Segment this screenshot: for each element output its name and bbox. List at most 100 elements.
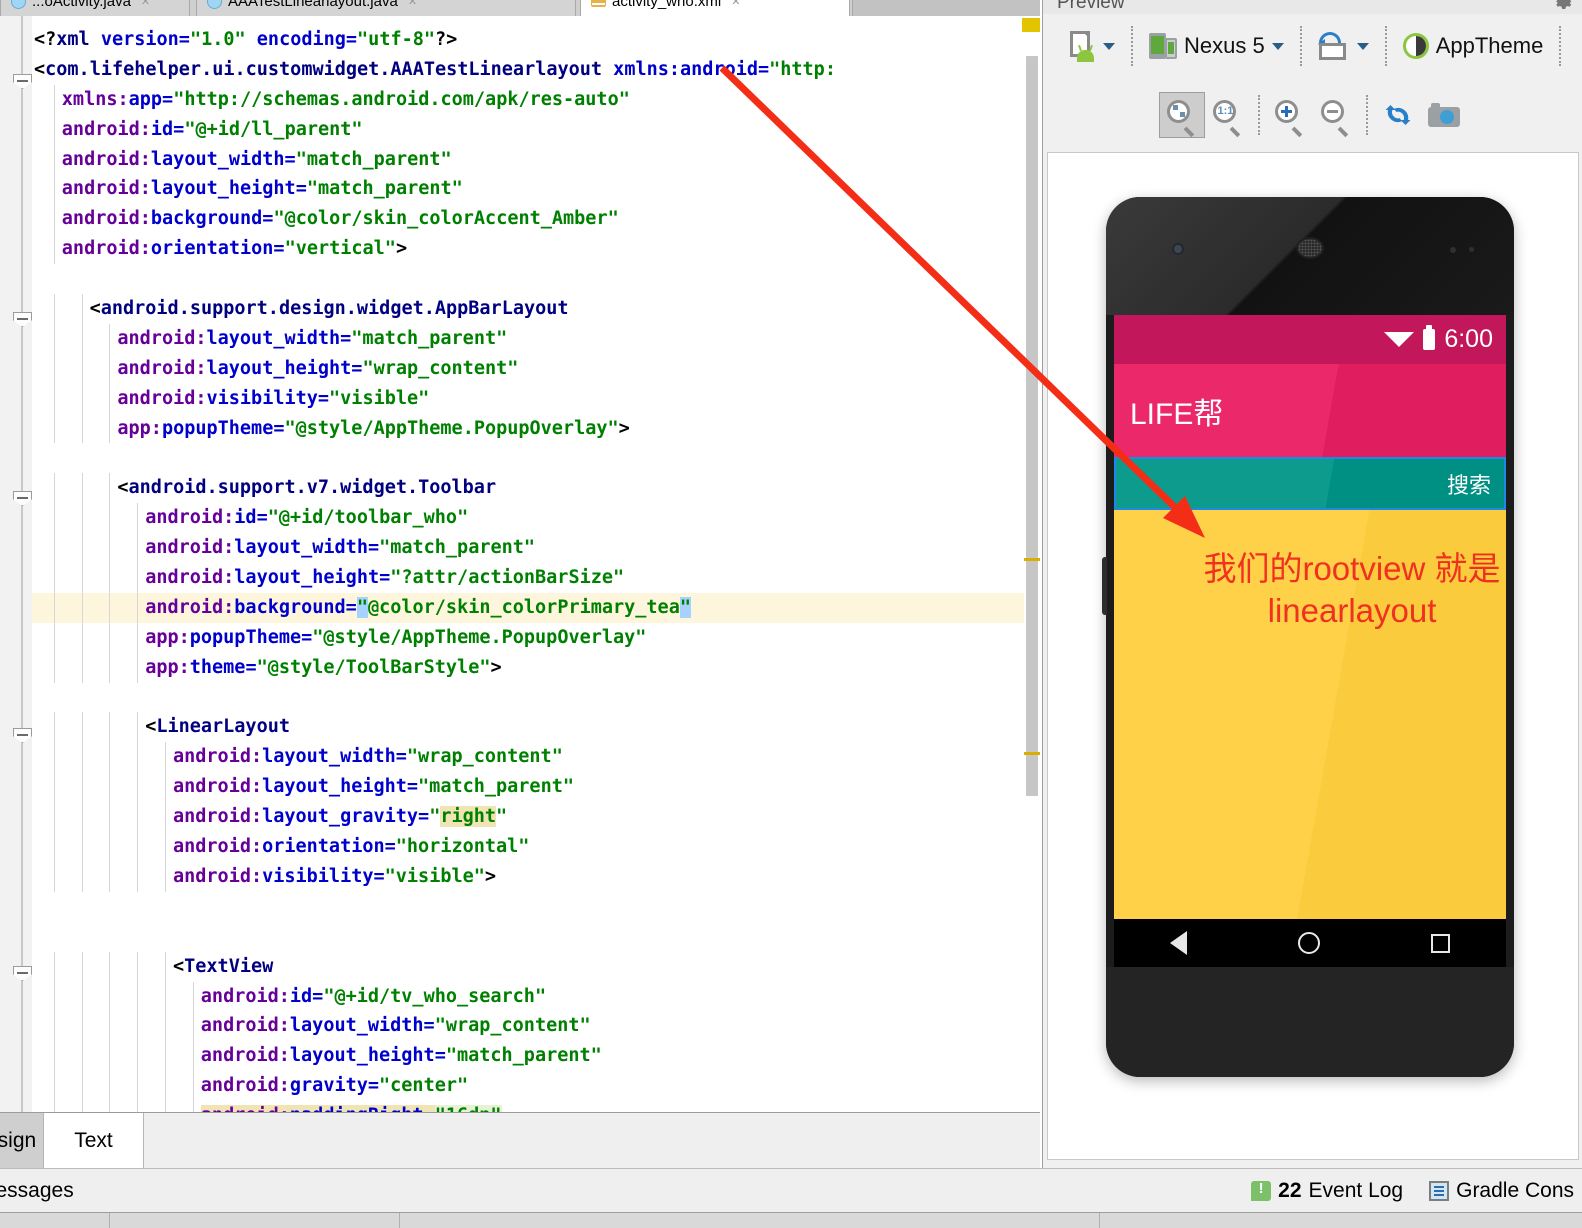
code-text-area[interactable]: <?xml version="1.0" encoding="utf-8"?><c… [32,16,1040,1112]
code-line[interactable]: <LinearLayout [32,712,1040,742]
device-selector-button[interactable]: Nexus 5 [1140,29,1293,63]
code-token: background= [234,597,357,618]
code-line[interactable]: android:id="@+id/ll_parent" [32,115,1040,145]
code-line[interactable]: android:id="@+id/toolbar_who" [32,503,1040,533]
close-icon[interactable]: ✕ [408,0,417,8]
recents-icon[interactable] [1431,934,1450,953]
chevron-down-icon [1272,43,1284,50]
indent-guide [109,384,110,414]
warning-summary-marker[interactable] [1022,18,1040,32]
code-line[interactable]: android:layout_height="match_parent" [32,772,1040,802]
code-line[interactable]: <TextView [32,952,1040,982]
close-icon[interactable]: ✕ [141,0,150,8]
orientation-selector-button[interactable] [1309,28,1378,64]
fold-toggle-icon[interactable] [13,728,32,743]
code-line[interactable] [32,922,1040,952]
code-line[interactable]: android:background="@color/skin_colorPri… [32,593,1040,623]
code-token: "wrap_content" [362,358,518,379]
code-line[interactable] [32,683,1040,713]
code-line[interactable]: android:orientation="horizontal" [32,832,1040,862]
zoom-in-button[interactable] [1267,92,1313,138]
code-editor[interactable]: <?xml version="1.0" encoding="utf-8"?><c… [0,16,1040,1112]
gear-icon[interactable] [1554,0,1572,12]
code-line[interactable]: android:layout_width="match_parent" [32,324,1040,354]
theme-selector-button[interactable]: AppTheme [1394,29,1553,63]
chevron-down-icon [1357,43,1369,50]
warning-marker[interactable] [1024,558,1040,561]
code-token: app= [129,89,174,110]
indent-guide [109,1011,110,1041]
code-line[interactable]: android:layout_width="wrap_content" [32,742,1040,772]
code-line[interactable]: android:layout_height="match_parent" [32,1041,1040,1071]
code-token: " [429,806,440,827]
chevron-down-icon [1103,43,1115,50]
toolbar-who[interactable]: 搜索 [1114,457,1506,510]
code-line[interactable]: android:background="@color/skin_colorAcc… [32,204,1040,234]
editor-gutter[interactable] [0,16,32,1112]
gradle-console-button[interactable]: Gradle Cons [1429,1179,1574,1203]
code-line[interactable]: xmlns:app="http://schemas.android.com/ap… [32,85,1040,115]
fold-toggle-icon[interactable] [13,491,32,506]
editor-tab-0[interactable]: ...oActivity.java ✕ [0,0,190,16]
code-line[interactable] [32,443,1040,473]
indent-guide [54,473,55,503]
fold-toggle-icon[interactable] [13,966,32,981]
back-icon[interactable] [1170,931,1187,955]
code-line[interactable]: android:layout_width="wrap_content" [32,1011,1040,1041]
code-line[interactable]: android:visibility="visible"> [32,862,1040,892]
event-log-label: Event Log [1309,1179,1404,1203]
fold-toggle-icon[interactable] [13,74,32,89]
code-line[interactable]: android:visibility="visible" [32,384,1040,414]
code-line[interactable]: android:layout_height="wrap_content" [32,354,1040,384]
editor-tab-2[interactable]: activity_who.xml ✕ [580,0,850,16]
zoom-to-fit-button[interactable] [1159,92,1205,138]
warning-marker[interactable] [1024,752,1040,755]
code-line[interactable]: <com.lifehelper.ui.customwidget.AAATestL… [32,55,1040,85]
code-line[interactable]: android:layout_gravity="right" [32,802,1040,832]
code-line[interactable]: <android.support.v7.widget.Toolbar [32,473,1040,503]
code-line[interactable]: android:layout_height="?attr/actionBarSi… [32,563,1040,593]
fold-toggle-icon[interactable] [13,312,32,327]
code-line[interactable]: app:popupTheme="@style/AppTheme.PopupOve… [32,623,1040,653]
code-line[interactable]: app:theme="@style/ToolBarStyle"> [32,653,1040,683]
code-line[interactable] [32,892,1040,922]
zoom-out-button[interactable] [1313,92,1359,138]
code-line[interactable]: android:paddingRight="16dp" [32,1101,1040,1112]
code-line[interactable]: <android.support.design.widget.AppBarLay… [32,294,1040,324]
indent-guide [54,294,55,324]
tab-design[interactable]: Design [0,1113,44,1169]
code-line[interactable]: android:gravity="center" [32,1071,1040,1101]
zoom-actual-size-button[interactable]: 1:1 [1205,92,1251,138]
editor-scrollbar-thumb[interactable] [1026,56,1038,796]
messages-label[interactable]: Messages [0,1179,74,1203]
editor-marker-bar[interactable] [1024,16,1040,1112]
code-line[interactable]: android:id="@+id/tv_who_search" [32,982,1040,1012]
code-line[interactable]: <?xml version="1.0" encoding="utf-8"?> [32,25,1040,55]
indent-guide [137,623,138,653]
java-file-icon [207,0,222,9]
code-line[interactable]: android:layout_height="match_parent" [32,174,1040,204]
code-token: android: [117,358,206,379]
code-token: id= [234,507,267,528]
refresh-button[interactable] [1375,92,1421,138]
code-line[interactable]: app:popupTheme="@style/AppTheme.PopupOve… [32,414,1040,444]
tab-text[interactable]: Text [44,1113,144,1169]
home-icon[interactable] [1298,932,1320,954]
event-log-button[interactable]: 22 Event Log [1251,1179,1403,1203]
indent-guide [137,593,138,623]
device-screen[interactable]: 6:00 LIFE帮 搜索 [1114,315,1506,967]
indent-guide [165,1011,166,1041]
search-text-view[interactable]: 搜索 [1447,468,1491,500]
code-line-text: android:layout_gravity="right" [34,806,507,827]
code-token: layout_width= [290,1015,435,1036]
code-line[interactable] [32,264,1040,294]
screenshot-button[interactable] [1421,92,1467,138]
preview-canvas[interactable]: 6:00 LIFE帮 搜索 [1047,152,1579,1160]
close-icon[interactable]: ✕ [731,0,740,8]
indent-guide [54,354,55,384]
code-line[interactable]: android:orientation="vertical"> [32,234,1040,264]
code-line[interactable]: android:layout_width="match_parent" [32,145,1040,175]
code-line[interactable]: android:layout_width="match_parent" [32,533,1040,563]
config-selector-button[interactable] [1061,27,1124,65]
editor-tab-1[interactable]: AAATestLinearlayout.java ✕ [196,0,576,16]
